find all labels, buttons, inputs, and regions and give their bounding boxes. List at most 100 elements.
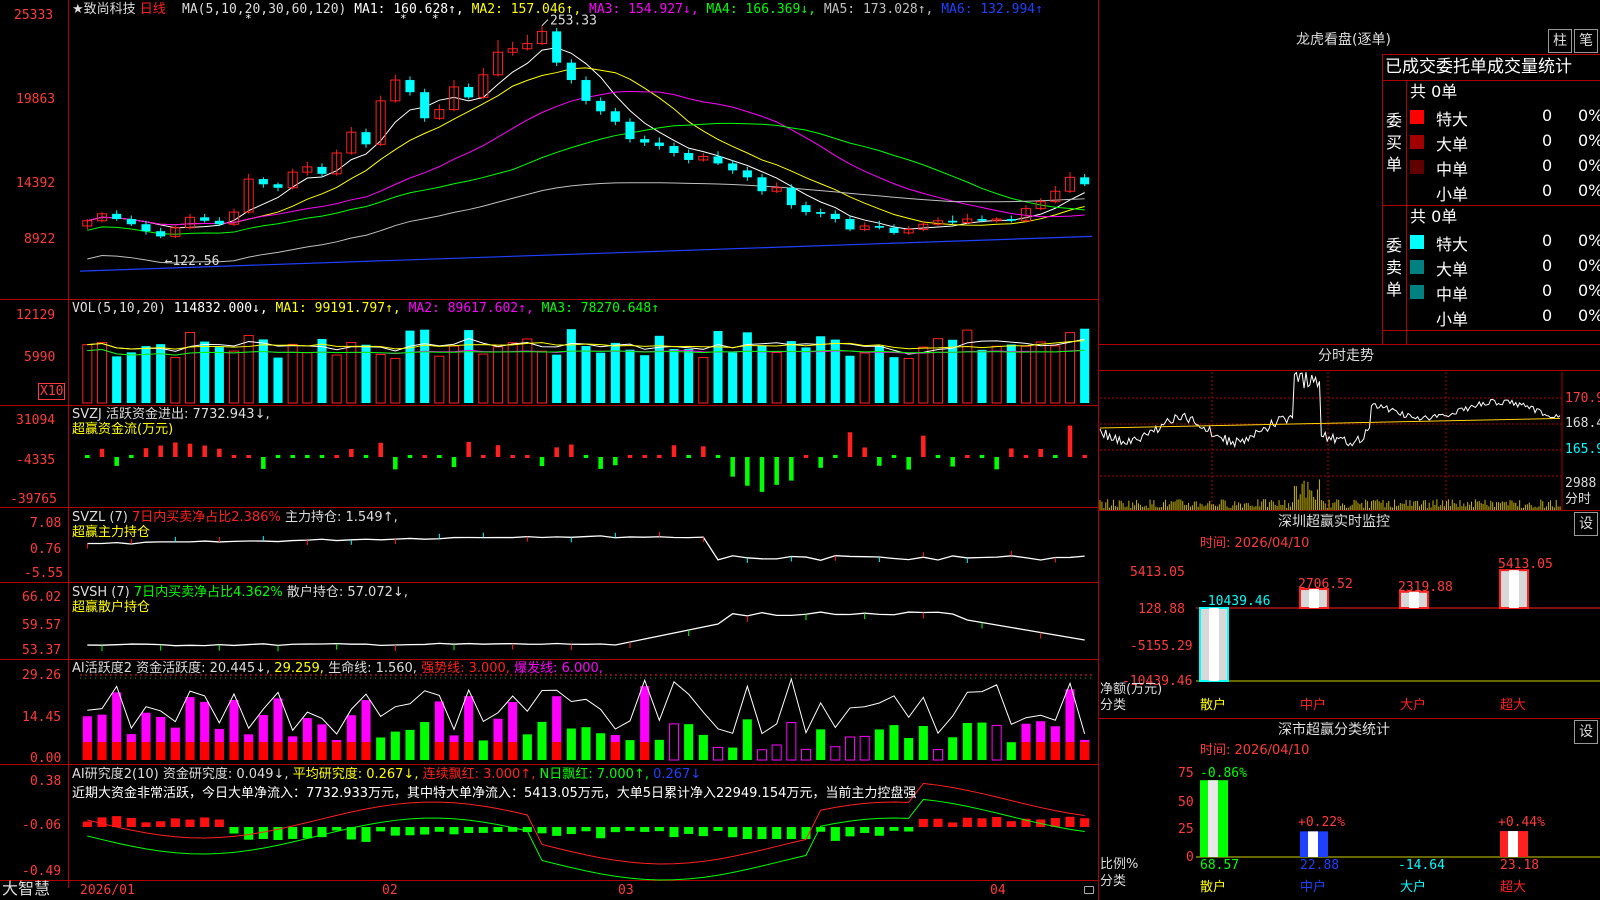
- class-value-label: 23.18: [1500, 858, 1540, 873]
- research-bar: [610, 827, 620, 833]
- research-bar: [596, 827, 606, 839]
- research-bar: [918, 818, 928, 827]
- ma-line: [87, 90, 1085, 226]
- candle-body: [112, 213, 122, 220]
- vol-legend-item: MA2: 89617.602↑,: [408, 301, 542, 316]
- order-pct: 0%: [1578, 131, 1600, 150]
- volume-bar: [287, 343, 298, 404]
- research-bar: [581, 827, 591, 832]
- candle-body: [126, 219, 136, 225]
- ma-legend-item: MA6: 132.994↑: [941, 2, 1043, 17]
- research-bar: [302, 827, 312, 839]
- class-value-label: -14.64: [1398, 858, 1445, 873]
- order-color-swatch: [1410, 160, 1424, 174]
- candle-body: [977, 219, 987, 221]
- activity-base: [1036, 742, 1046, 760]
- research-bar: [537, 827, 547, 834]
- activity-base: [449, 742, 459, 760]
- activity-base: [1050, 742, 1060, 760]
- fund-flow-bar: [510, 455, 515, 458]
- volume-bar: [156, 344, 166, 403]
- research-bar: [97, 817, 107, 827]
- volume-bar: [448, 345, 460, 404]
- monitor-bar-highlight: [1509, 570, 1519, 608]
- class-cat: 大户: [1400, 880, 1427, 895]
- fund-flow-bar: [877, 457, 882, 466]
- activity-base: [332, 742, 342, 760]
- volume-bar: [581, 346, 591, 403]
- research-bar: [640, 827, 650, 832]
- svsh-value: 散户持仓: 57.072↓,: [286, 585, 408, 600]
- order-type: 大单: [1436, 135, 1469, 154]
- activity-bar: [830, 746, 841, 761]
- vol-legend: VOL(5,10,20) 114832.000↓, MA1: 99191.797…: [72, 301, 659, 316]
- activity-bar: [537, 721, 547, 760]
- monitor-ylabel: 净额(万元): [1100, 682, 1163, 697]
- high-marker-line: [541, 19, 549, 26]
- fund-flow-bar: [906, 457, 911, 470]
- lock-icon[interactable]: [1084, 886, 1094, 894]
- activity-base: [112, 742, 122, 760]
- research-bar: [82, 821, 92, 827]
- volume-bar: [390, 357, 401, 404]
- volume-bar: [228, 350, 240, 404]
- candle-body: [625, 121, 635, 140]
- fund-flow-bar: [862, 447, 867, 457]
- volume-bar: [434, 355, 445, 404]
- main-charts-canvas[interactable]: 253.33←122.56* * *: [0, 0, 1600, 900]
- candle-body: [552, 31, 562, 63]
- activity-base: [361, 742, 371, 760]
- activity-base: [1021, 742, 1031, 760]
- activity-bar: [756, 749, 768, 761]
- volume-bar: [112, 356, 122, 403]
- pen-view-button[interactable]: 笔: [1574, 29, 1598, 53]
- candle-body: [684, 153, 694, 160]
- monitor-ylabel2: 分类: [1100, 698, 1127, 713]
- stock-title[interactable]: ★致尚科技 日线: [72, 2, 166, 17]
- volume-bar: [82, 344, 93, 404]
- period-label[interactable]: 日线: [140, 2, 166, 17]
- activity-base: [126, 742, 136, 760]
- aiyj-legend-item: AI研究度2(10) 资金研究度: 0.049↓,: [72, 767, 293, 782]
- candle-body: [566, 62, 576, 81]
- class-change: -0.86%: [1200, 766, 1247, 781]
- retail-holding-line: [87, 611, 1085, 647]
- research-bar: [713, 827, 723, 831]
- class-bar-highlight: [1208, 780, 1218, 857]
- fund-flow-bar: [847, 432, 853, 457]
- fund-flow-bar: [437, 455, 442, 458]
- activity-bar: [625, 740, 635, 760]
- activity-bar: [405, 729, 415, 760]
- bar-view-button[interactable]: 柱: [1548, 29, 1572, 53]
- fund-flow-bar: [774, 457, 779, 485]
- activity-bar: [1006, 742, 1016, 760]
- candle-body: [948, 220, 958, 223]
- aiyj-legend-item: N日飘红: 7.000↑,: [539, 767, 654, 782]
- ma-legend-item: MA5: 173.028↑,: [823, 2, 942, 17]
- activity-base: [302, 742, 312, 760]
- order-qty: 0: [1542, 106, 1553, 125]
- activity-bar: [742, 719, 752, 760]
- research-bar: [684, 827, 694, 834]
- fund-flow-bar: [1023, 455, 1029, 458]
- candle-body: [654, 142, 664, 147]
- volume-bar: [742, 332, 752, 403]
- intraday-vol-top: 2988: [1565, 476, 1597, 491]
- order-qty: 0: [1542, 156, 1553, 175]
- vol-legend-item: MA3: 78270.648↑: [541, 301, 660, 316]
- volume-bar: [728, 352, 738, 403]
- dragon-divider: [1382, 205, 1600, 206]
- stock-name[interactable]: ★致尚科技: [72, 2, 136, 17]
- candle-body: [728, 163, 738, 171]
- class-ylabel2: 分类: [1100, 874, 1127, 889]
- candle-body: [669, 146, 679, 153]
- candle-body: [317, 166, 327, 174]
- research-bar: [126, 817, 136, 827]
- vol-legend-item: VOL(5,10,20): [72, 301, 174, 316]
- candle-body: [786, 187, 796, 206]
- order-qty: 0: [1542, 131, 1553, 150]
- monitor-settings-button[interactable]: 设: [1574, 512, 1598, 536]
- main-holding-line: [87, 535, 1085, 561]
- class-settings-button[interactable]: 设: [1574, 720, 1598, 744]
- research-bar: [156, 821, 166, 827]
